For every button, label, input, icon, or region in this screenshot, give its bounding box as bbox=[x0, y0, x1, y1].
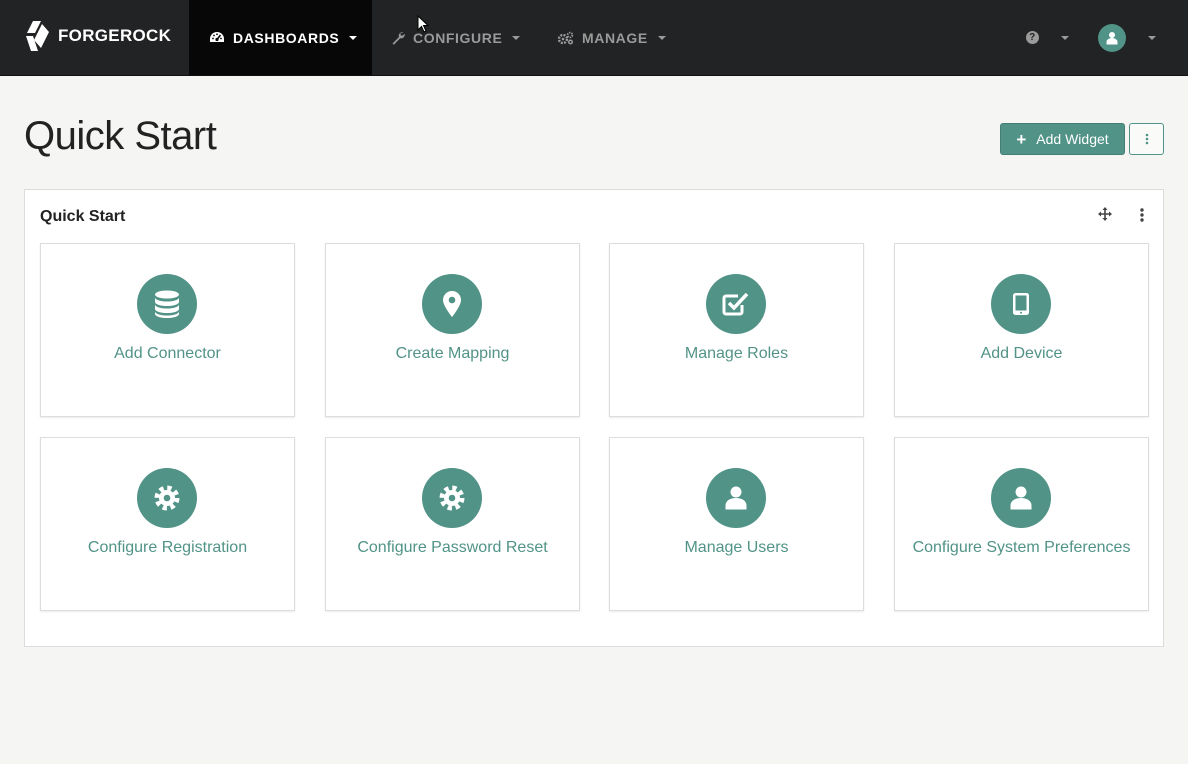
user-icon bbox=[706, 468, 766, 528]
nav-dashboards-label: DASHBOARDS bbox=[233, 29, 340, 46]
kebab-menu-icon bbox=[1145, 133, 1148, 145]
nav-help-menu[interactable]: ? bbox=[1026, 0, 1069, 75]
page-options-button[interactable] bbox=[1129, 123, 1164, 155]
card-manage-users[interactable]: Manage Users bbox=[609, 437, 864, 611]
user-icon bbox=[991, 468, 1051, 528]
nav-user-menu[interactable] bbox=[1098, 0, 1156, 75]
card-label: Manage Roles bbox=[684, 345, 789, 362]
page-title: Quick Start bbox=[24, 114, 217, 158]
database-icon bbox=[137, 274, 197, 334]
nav-manage-label: MANAGE bbox=[582, 29, 648, 46]
mouse-pointer-icon bbox=[417, 15, 429, 33]
gear-icon bbox=[137, 468, 197, 528]
card-label: Add Connector bbox=[114, 345, 221, 362]
caret-down-icon bbox=[349, 35, 358, 40]
cogs-icon bbox=[557, 31, 574, 45]
caret-down-icon bbox=[657, 35, 666, 40]
tablet-icon bbox=[991, 274, 1051, 334]
caret-down-icon bbox=[1061, 35, 1069, 40]
wrench-icon bbox=[392, 31, 405, 45]
caret-down-icon bbox=[512, 35, 521, 40]
add-widget-label: Add Widget bbox=[1036, 131, 1109, 147]
check-square-icon bbox=[706, 274, 766, 334]
user-avatar-icon bbox=[1098, 23, 1126, 52]
brand-name: FORGEROCK bbox=[58, 26, 172, 45]
top-navbar: FORGEROCK DASHBOARDS CONFIGURE MANAGE ? bbox=[0, 0, 1188, 76]
nav-configure[interactable]: CONFIGURE bbox=[391, 0, 521, 75]
card-manage-roles[interactable]: Manage Roles bbox=[609, 243, 864, 417]
card-configure-password-reset[interactable]: Configure Password Reset bbox=[325, 437, 580, 611]
map-marker-icon bbox=[422, 274, 482, 334]
gear-icon bbox=[422, 468, 482, 528]
nav-dashboards[interactable]: DASHBOARDS bbox=[189, 0, 372, 75]
card-configure-registration[interactable]: Configure Registration bbox=[40, 437, 295, 611]
caret-down-icon bbox=[1148, 35, 1156, 40]
card-configure-system-preferences[interactable]: Configure System Preferences bbox=[894, 437, 1149, 611]
card-label: Configure Registration bbox=[87, 539, 248, 556]
quick-start-widget: Quick Start Add Connector Create Mapping bbox=[24, 189, 1164, 647]
card-add-connector[interactable]: Add Connector bbox=[40, 243, 295, 417]
card-create-mapping[interactable]: Create Mapping bbox=[325, 243, 580, 417]
brand-logo[interactable]: FORGEROCK bbox=[24, 20, 171, 52]
card-label: Add Device bbox=[980, 345, 1063, 362]
card-label: Configure Password Reset bbox=[357, 539, 548, 556]
add-widget-button[interactable]: + Add Widget bbox=[1000, 123, 1125, 155]
forgerock-logo-icon bbox=[26, 21, 49, 51]
card-label: Create Mapping bbox=[395, 345, 510, 362]
widget-menu-icon[interactable] bbox=[1140, 207, 1144, 223]
move-arrows-icon[interactable] bbox=[1098, 207, 1112, 221]
card-label: Manage Users bbox=[684, 539, 789, 556]
dashboard-gauge-icon bbox=[210, 32, 224, 42]
plus-icon: + bbox=[1016, 129, 1027, 149]
widget-title: Quick Start bbox=[40, 208, 126, 225]
question-circle-icon: ? bbox=[1026, 31, 1039, 44]
card-add-device[interactable]: Add Device bbox=[894, 243, 1149, 417]
nav-manage[interactable]: MANAGE bbox=[557, 0, 666, 75]
card-label: Configure System Preferences bbox=[912, 539, 1131, 556]
